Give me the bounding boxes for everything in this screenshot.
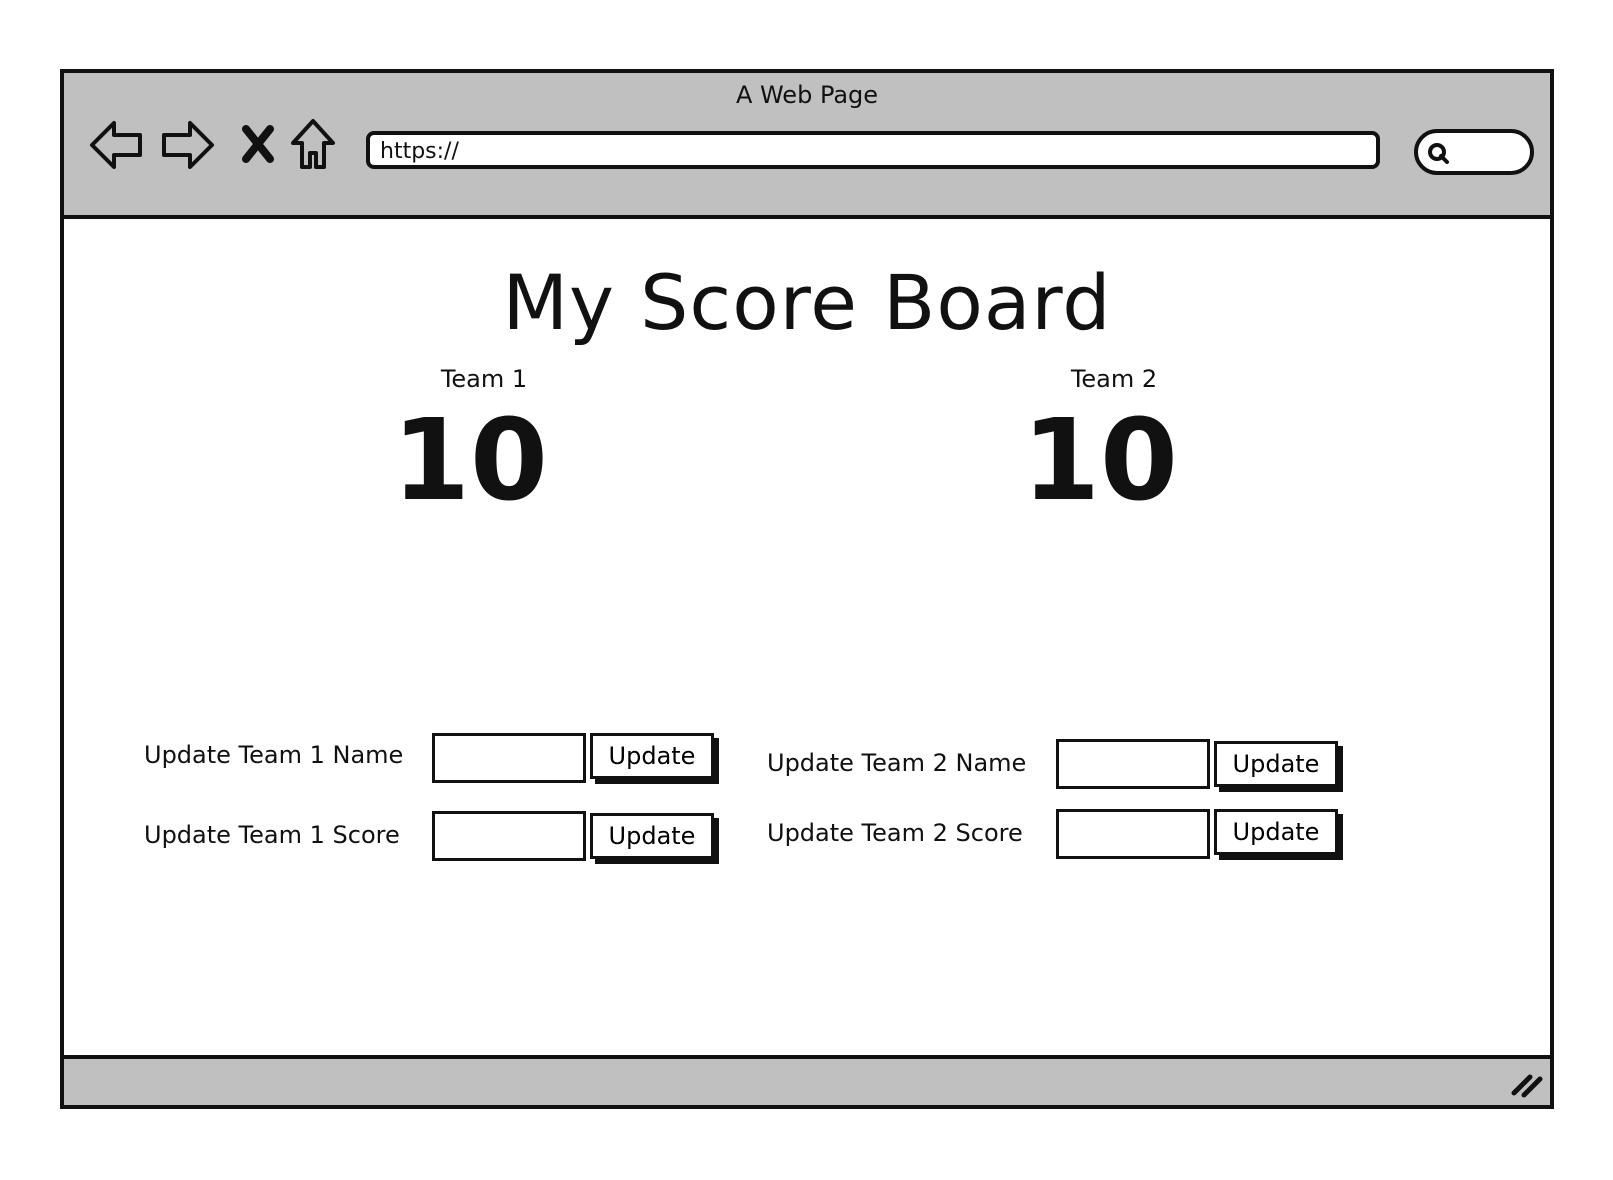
status-bar	[64, 1055, 1550, 1105]
team1-score-input[interactable]	[432, 811, 586, 861]
team2-name-input[interactable]	[1056, 739, 1210, 789]
page-title: My Score Board	[502, 258, 1112, 347]
browser-search-box[interactable]	[1414, 129, 1534, 175]
search-icon	[1428, 143, 1449, 164]
arrow-left-icon[interactable]	[88, 115, 146, 175]
update-team1-name-button[interactable]: Update	[590, 733, 714, 779]
update-team2-name-label: Update Team 2 Name	[767, 749, 1027, 777]
home-icon[interactable]	[288, 115, 338, 175]
update-team1-score-button[interactable]: Update	[590, 813, 714, 859]
update-team1-score-label: Update Team 1 Score	[144, 821, 400, 849]
browser-toolbar: A Web Page https://	[64, 73, 1550, 219]
team1-name-input[interactable]	[432, 733, 586, 783]
url-bar[interactable]: https://	[366, 131, 1380, 169]
update-team2-score-label: Update Team 2 Score	[767, 819, 1023, 847]
team1-label: Team 1	[440, 365, 528, 393]
team2-label: Team 2	[1070, 365, 1158, 393]
update-team2-score-button[interactable]: Update	[1214, 809, 1338, 855]
update-team1-name-label: Update Team 1 Name	[144, 741, 404, 769]
close-icon[interactable]	[238, 115, 278, 175]
browser-window: A Web Page https:// My Score Board Team …	[60, 69, 1554, 1109]
window-title: A Web Page	[735, 81, 879, 109]
update-team2-name-button[interactable]: Update	[1214, 741, 1338, 787]
resize-grip-icon[interactable]	[1508, 1069, 1544, 1099]
team2-score-input[interactable]	[1056, 809, 1210, 859]
arrow-right-icon[interactable]	[158, 115, 216, 175]
team1-score: 10	[392, 396, 548, 526]
team2-score: 10	[1022, 396, 1178, 526]
